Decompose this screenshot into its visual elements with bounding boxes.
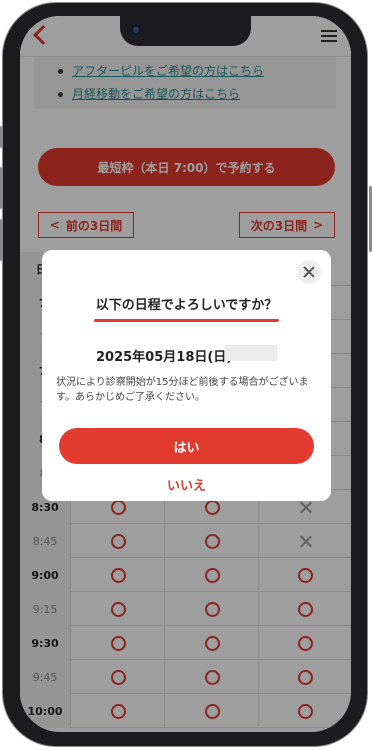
no-button[interactable]: いいえ	[42, 475, 331, 494]
selected-date: 2025年05月18日(日)	[96, 350, 233, 365]
close-icon[interactable]	[297, 260, 321, 284]
volume-up-button	[0, 167, 3, 209]
volume-down-button	[0, 219, 3, 261]
title-underline	[94, 319, 279, 322]
dialog-note: 状況により診察開始が15分ほど前後する場合がございます。あらかじめご了承ください…	[56, 377, 309, 403]
dialog-title: 以下の日程でよろしいですか？	[95, 298, 278, 313]
selected-time-placeholder	[225, 345, 277, 361]
phone-screen: アフターピルをご希望の方はこちら 月経移動をご希望の方はこちら 最短枠（本日 7…	[20, 16, 351, 732]
camera-icon	[130, 24, 142, 36]
notch	[120, 16, 251, 46]
yes-button[interactable]: はい	[59, 428, 314, 464]
confirm-dialog: 以下の日程でよろしいですか？ 2025年05月18日(日) 状況により診察開始が…	[42, 250, 331, 501]
mute-switch	[0, 126, 3, 148]
